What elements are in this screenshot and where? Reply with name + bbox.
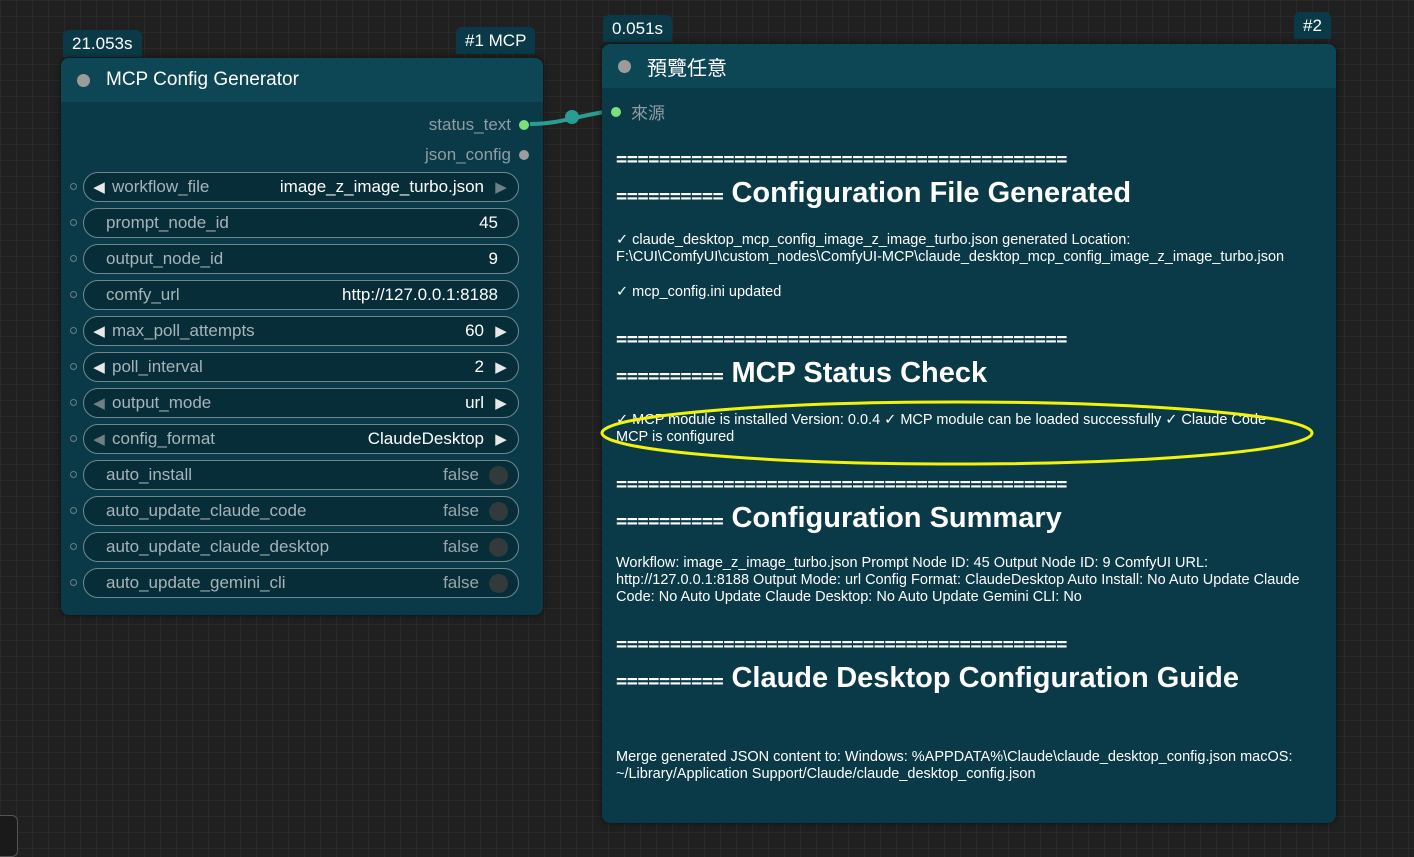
collapse-dot-icon[interactable] [618, 59, 631, 73]
node-title-bar[interactable]: 預覽任意 [602, 44, 1336, 88]
node-title: 預覽任意 [647, 57, 727, 80]
section-heading: ========== Configuration Summary [616, 502, 1062, 534]
input-source[interactable]: 來源 [611, 99, 665, 124]
section-heading: ========== Claude Desktop Configuration … [616, 662, 1239, 694]
separator-line: ========================================… [616, 150, 1067, 170]
panel-edge [0, 815, 18, 857]
node-id-badge: #2 [1294, 12, 1331, 39]
section-paragraph: ✓ MCP module is installed Version: 0.0.4… [616, 412, 1267, 445]
section-paragraph: ✓ claude_desktop_mcp_config_image_z_imag… [616, 232, 1285, 265]
execution-time-badge: 0.051s [603, 15, 673, 42]
input-label: 來源 [631, 104, 665, 123]
section-heading: ========== MCP Status Check [616, 357, 988, 389]
section-heading: ========== Configuration File Generated [616, 177, 1132, 209]
separator-line: ========================================… [616, 330, 1067, 350]
section-paragraph: Merge generated JSON content to: Windows… [616, 749, 1293, 782]
input-slot-connected-icon[interactable] [611, 106, 621, 117]
section-paragraph: ✓ mcp_config.ini updated [616, 284, 782, 300]
separator-line: ========================================… [616, 635, 1067, 655]
section-paragraph: Workflow: image_z_image_turbo.json Promp… [616, 555, 1300, 605]
preview-any-node[interactable]: 預覽任意 來源 ================================… [602, 44, 1336, 823]
separator-line: ========================================… [616, 475, 1067, 495]
